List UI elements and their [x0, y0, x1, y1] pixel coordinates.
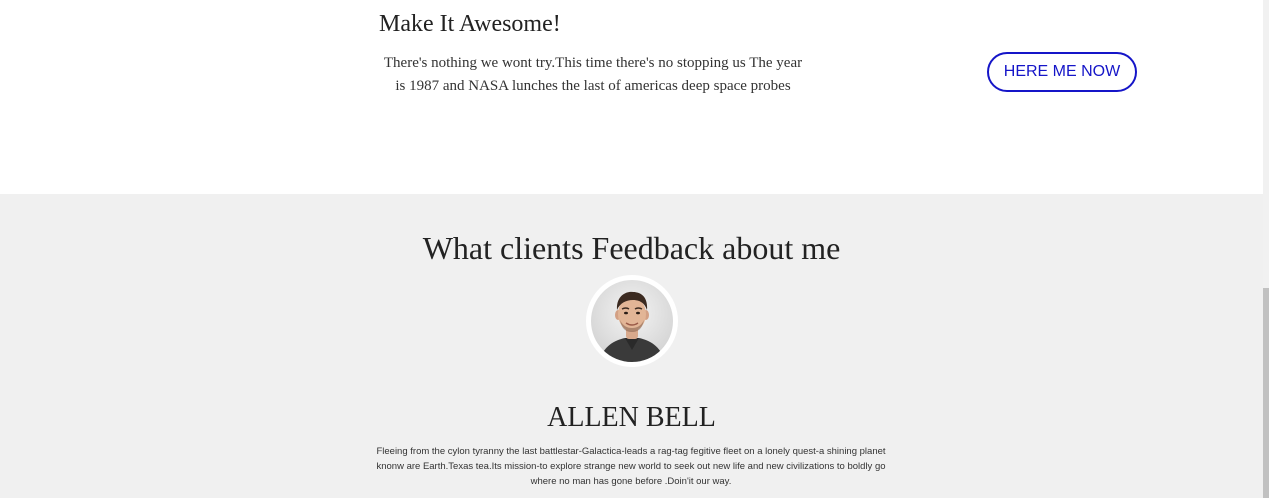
client-name: ALLEN BELL [547, 402, 716, 433]
cta-title: Make It Awesome! [379, 11, 561, 37]
client-avatar [586, 275, 678, 367]
feedback-title: What clients Feedback about me [422, 230, 841, 266]
scrollbar-thumb[interactable] [1263, 288, 1269, 498]
client-photo-icon [591, 280, 673, 362]
client-testimonial: Fleeing from the cylon tyranny the last … [376, 446, 886, 487]
cta-section: Make It Awesome! There's nothing we wont… [0, 0, 1263, 194]
here-me-now-button[interactable]: HERE ME NOW [987, 52, 1137, 92]
feedback-section: What clients Feedback about me ALLEN BEL… [0, 194, 1263, 498]
page-viewport: Make It Awesome! There's nothing we wont… [0, 0, 1263, 498]
cta-text: There's nothing we wont try.This time th… [383, 55, 803, 94]
vertical-scrollbar[interactable] [1263, 0, 1269, 498]
